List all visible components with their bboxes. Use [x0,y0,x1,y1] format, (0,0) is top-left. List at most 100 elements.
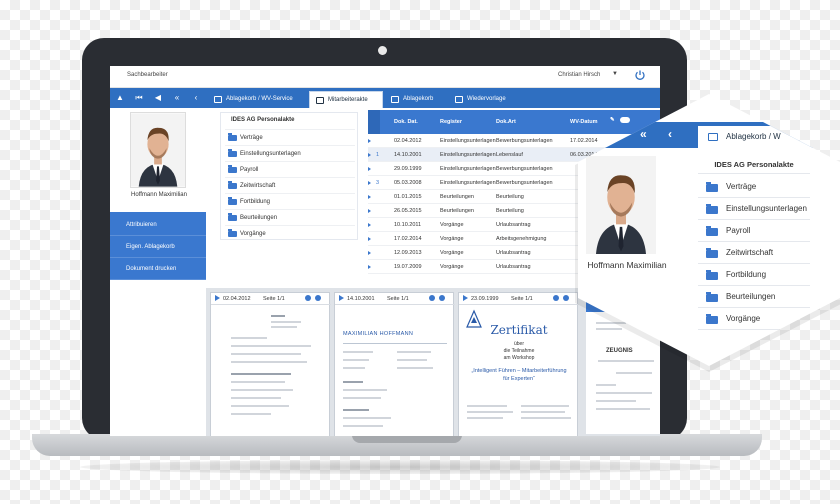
preview-card[interactable]: 02.04.2012 Seite 1/1 [210,292,331,436]
folder-item-fortbildung[interactable]: Fortbildung [225,193,355,209]
row-expand-icon[interactable] [368,209,371,213]
cell-register: Vorgänge [440,236,464,242]
row-expand-icon[interactable] [368,223,371,227]
tab-ablagekorb-wv-service[interactable]: Ablagekorb / WV-Service [208,91,308,108]
cell-date: 01.01.2015 [394,194,422,200]
row-expand-icon[interactable] [368,167,371,171]
cell-date: 12.09.2013 [394,250,422,256]
inbox-icon [214,96,222,103]
callout-tab[interactable]: Ablagekorb / W [698,126,840,148]
cell-register: Beurteilungen [440,194,474,200]
folder-item-zeitwirtschaft[interactable]: Zeitwirtschaft [225,177,355,193]
expand-icon[interactable] [215,295,220,301]
cell-doctype: Beurteilung [496,194,524,200]
doc-line [231,413,271,415]
folder-item-payroll[interactable]: Payroll [225,161,355,177]
profile-name: Hoffmann Maximilian [131,192,187,198]
column-register[interactable]: Register [440,119,462,125]
tab-label: Ablagekorb / WV-Service [226,96,293,102]
preview-header: 14.10.2001 Seite 1/1 [335,293,455,305]
doc-line [343,359,369,361]
webcam [378,46,387,55]
inbox-icon [391,96,399,103]
cell-doctype: Bewerbungsunterlagen [496,166,553,172]
pencil-icon[interactable]: ✎ [610,117,615,123]
folder-item-vertraege[interactable]: Verträge [698,176,810,198]
folder-icon [228,181,237,189]
folder-item-vertraege[interactable]: Verträge [225,129,355,145]
tab-wiedervorlage[interactable]: Wiedervorlage [449,91,523,108]
preview-date: 14.10.2001 [347,296,375,302]
folder-label: Verträge [240,135,263,141]
cell-register: Einstellungsunterlagen [440,166,496,172]
first-icon[interactable]: ⏮ [133,92,145,104]
row-expand-icon[interactable] [368,195,371,199]
folder-label: Einstellungsunterlagen [726,204,807,213]
row-expand-icon[interactable] [368,181,371,185]
folder-tree: IDES AG Personalakte Verträge Einstellun… [220,112,358,240]
folder-item-einstellungsunterlagen[interactable]: Einstellungsunterlagen [698,198,810,220]
cell-date: 02.04.2012 [394,138,422,144]
row-expand-icon[interactable] [368,265,371,269]
expand-icon[interactable] [339,295,344,301]
edit-icon[interactable] [315,295,321,301]
toggle-icon[interactable] [620,117,630,123]
tab-label: Mitarbeiterakte [328,97,368,103]
double-chevron-left-icon[interactable]: « [171,92,183,104]
doc-line [467,405,507,407]
doc-line [231,397,281,399]
doc-line [231,381,285,383]
folder-item-beurteilungen[interactable]: Beurteilungen [225,209,355,225]
chevron-left-icon[interactable]: ‹ [668,127,672,141]
preview-page: Seite 1/1 [511,296,533,302]
row-expand-icon[interactable] [368,139,371,143]
cell-date: 05.03.2008 [394,180,422,186]
up-arrow-icon[interactable]: ▲ [114,92,126,104]
folder-item-payroll[interactable]: Payroll [698,220,810,242]
folder-label: Zeitwirtschaft [240,183,276,189]
doc-line [616,372,652,374]
row-expand-icon[interactable] [368,153,371,157]
zoom-icon[interactable] [553,295,559,301]
certificate-quote: „Intelligent Führen – Mitarbeiterführung… [471,368,567,382]
column-wvdate[interactable]: WV-Datum [570,119,598,125]
eigen-ablagekorb-button[interactable]: Eigen. Ablagekorb [110,236,206,258]
column-doctype[interactable]: Dok.Art [496,119,516,125]
tree-title: IDES AG Personalakte [231,117,295,123]
folder-item-fortbildung[interactable]: Fortbildung [698,264,810,286]
cell-date: 14.10.2001 [394,152,422,158]
power-icon[interactable] [634,69,646,81]
zoom-icon[interactable] [429,295,435,301]
collapse-icon[interactable]: ◀ [152,92,164,104]
folder-item-beurteilungen[interactable]: Beurteilungen [698,286,810,308]
cell-register: Vorgänge [440,250,464,256]
doc-line [521,417,571,419]
tab-ablagekorb[interactable]: Ablagekorb [385,91,447,108]
tab-mitarbeiterakte[interactable]: Mitarbeiterakte [309,91,383,108]
chevron-left-icon[interactable]: ‹ [190,92,202,104]
folder-label: Verträge [726,182,757,191]
dokument-drucken-button[interactable]: Dokument drucken [110,258,206,280]
edit-icon[interactable] [563,295,569,301]
certificate-line: über [513,341,524,347]
zoom-icon[interactable] [305,295,311,301]
row-expand-icon[interactable] [368,237,371,241]
folder-item-vorgaenge[interactable]: Vorgänge [225,225,355,241]
preview-card[interactable]: 14.10.2001 Seite 1/1 MAXIMILIAN HOFFMANN [334,292,455,436]
preview-card[interactable]: 23.09.1999 Seite 1/1 Zertifikat über die… [458,292,579,436]
edit-icon[interactable] [439,295,445,301]
folder-item-einstellungsunterlagen[interactable]: Einstellungsunterlagen [225,145,355,161]
action-panel: Attribuieren Eigen. Ablagekorb Dokument … [110,212,206,280]
attribuieren-button[interactable]: Attribuieren [110,214,206,236]
preview-header: 23.09.1999 Seite 1/1 [459,293,579,305]
column-date[interactable]: Dok. Dat. [394,119,418,125]
doc-line [598,360,654,362]
doc-line [231,353,301,355]
chevron-down-icon[interactable]: ▼ [612,71,618,77]
expand-icon[interactable] [463,295,468,301]
row-expand-icon[interactable] [368,251,371,255]
doc-line [467,417,503,419]
folder-item-zeitwirtschaft[interactable]: Zeitwirtschaft [698,242,810,264]
username-menu[interactable]: Christian Hirsch [558,72,600,78]
folder-icon [228,197,237,205]
